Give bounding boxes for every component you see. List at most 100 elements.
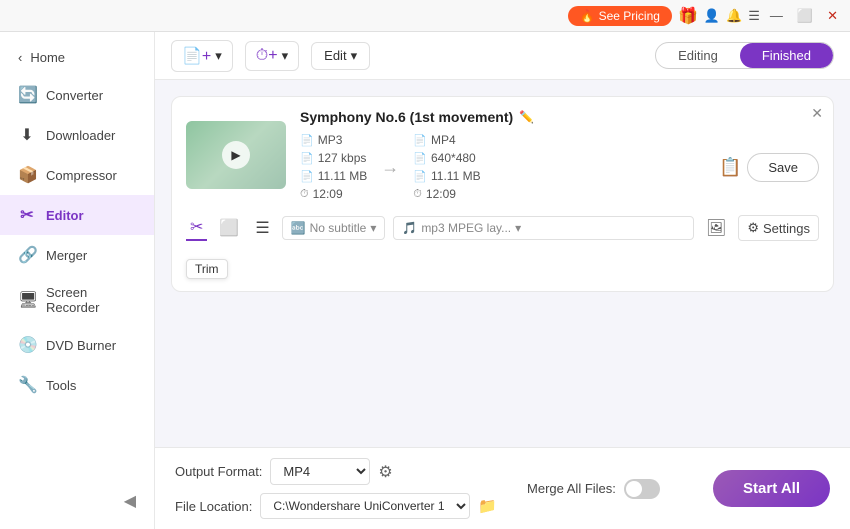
add-format-icon: ⏱+	[256, 47, 278, 65]
merger-icon: 🔗	[18, 245, 36, 265]
back-icon: ‹	[18, 50, 22, 65]
card-title-row: Symphony No.6 (1st movement) ✏️	[300, 109, 819, 125]
sidebar-editor-label: Editor	[46, 208, 84, 223]
audio-chevron: ▾	[515, 221, 521, 235]
user-icon[interactable]: 👤	[704, 8, 720, 24]
source-duration-label: 12:09	[313, 187, 343, 201]
sidebar-item-editor[interactable]: ✂ Editor	[0, 195, 154, 235]
card-title-text: Symphony No.6 (1st movement)	[300, 109, 513, 125]
source-format-item: 📄 MP3	[300, 133, 367, 147]
converter-icon: 🔄	[18, 85, 36, 105]
collapse-sidebar-button[interactable]: ◀	[0, 481, 154, 521]
dest-duration-icon: ⏱	[413, 188, 422, 201]
play-button[interactable]: ▶	[222, 141, 250, 169]
save-button[interactable]: Save	[747, 153, 819, 182]
dest-size-item: 📄 11.11 MB	[413, 169, 480, 183]
settings-icon: ⚙	[747, 220, 759, 236]
source-format-label: MP3	[318, 133, 343, 147]
sidebar-converter-label: Converter	[46, 88, 103, 103]
dest-format-label: MP4	[431, 133, 456, 147]
tab-group: Editing Finished	[655, 42, 834, 69]
subtitle-selector[interactable]: 🔤 No subtitle ▾	[282, 216, 386, 240]
settings-label: Settings	[763, 221, 810, 236]
sidebar-item-converter[interactable]: 🔄 Converter	[0, 75, 154, 115]
maximize-button[interactable]: ⬜	[793, 8, 817, 24]
settings-button[interactable]: ⚙ Settings	[738, 215, 819, 241]
sidebar-merger-label: Merger	[46, 248, 87, 263]
output-format-field: Output Format: MP4 MP3 AVI MOV MKV ⚙	[175, 458, 497, 485]
add-format-chevron: ▾	[282, 48, 289, 64]
source-file-icon: 📄	[300, 134, 314, 147]
sidebar-item-home[interactable]: ‹ Home	[0, 40, 154, 75]
source-bitrate-label: 127 kbps	[318, 151, 367, 165]
format-row: 📄 MP3 📄 127 kbps 📄 11.11 MB	[300, 133, 819, 201]
source-duration-item: ⏱ 12:09	[300, 187, 367, 201]
file-path-select[interactable]: C:\Wondershare UniConverter 1	[260, 493, 470, 519]
bell-icon[interactable]: 🔔	[726, 8, 742, 24]
tab-editing[interactable]: Editing	[656, 43, 740, 68]
close-button[interactable]: ✕	[823, 8, 842, 24]
subtitle-chevron: ▾	[370, 221, 376, 235]
content-area: 📄+ ▾ ⏱+ ▾ Edit ▾ Editing Finished ✕	[155, 32, 850, 529]
dest-resolution-item: 📄 640*480	[413, 151, 480, 165]
sidebar: ‹ Home 🔄 Converter ⬇ Downloader 📦 Compre…	[0, 32, 155, 529]
source-size-label: 11.11 MB	[318, 169, 368, 183]
title-edit-icon[interactable]: ✏️	[519, 110, 534, 124]
convert-info-button[interactable]: 📋	[719, 157, 741, 178]
start-all-button[interactable]: Start All	[713, 470, 830, 507]
sidebar-home-label: Home	[30, 50, 65, 65]
gift-icon[interactable]: 🎁	[678, 6, 698, 26]
convert-arrow: →	[373, 157, 407, 178]
merge-files-toggle[interactable]	[624, 479, 660, 499]
output-format-select[interactable]: MP4 MP3 AVI MOV MKV	[270, 458, 370, 485]
card-close-button[interactable]: ✕	[811, 105, 823, 122]
audio-selector[interactable]: 🎵 mp3 MPEG lay... ▾	[393, 216, 694, 240]
output-format-label: Output Format:	[175, 464, 262, 479]
file-location-row: File Location: C:\Wondershare UniConvert…	[175, 493, 497, 519]
trim-tool-button[interactable]: ✂	[186, 215, 207, 241]
sidebar-tools-label: Tools	[46, 378, 76, 393]
add-file-button[interactable]: 📄+ ▾	[171, 40, 233, 72]
folder-icon[interactable]: 📁	[478, 497, 497, 515]
sidebar-item-merger[interactable]: 🔗 Merger	[0, 235, 154, 275]
source-bitrate-icon: 📄	[300, 152, 314, 165]
menu-icon[interactable]: ☰	[748, 8, 760, 24]
sidebar-item-downloader[interactable]: ⬇ Downloader	[0, 115, 154, 155]
see-pricing-button[interactable]: 🔥 See Pricing	[568, 6, 672, 26]
sidebar-item-compressor[interactable]: 📦 Compressor	[0, 155, 154, 195]
sidebar-item-tools[interactable]: 🔧 Tools	[0, 365, 154, 405]
dest-size-label: 11.11 MB	[431, 169, 481, 183]
media-card: ✕ ▶ Symphony No.6 (1st movement) ✏️	[171, 96, 834, 292]
sidebar-item-screen-recorder[interactable]: 🖥 Screen Recorder	[0, 275, 154, 325]
minimize-button[interactable]: —	[766, 8, 787, 23]
crop-tool-button[interactable]: ⬜	[215, 216, 243, 240]
video-thumbnail: ▶	[186, 121, 286, 189]
downloader-icon: ⬇	[18, 125, 36, 145]
add-format-button[interactable]: ⏱+ ▾	[245, 41, 299, 71]
compressor-icon: 📦	[18, 165, 36, 185]
edit-dropdown-label: Edit	[324, 48, 346, 63]
dest-duration-item: ⏱ 12:09	[413, 187, 480, 201]
dest-format-item: 📄 MP4	[413, 133, 480, 147]
format-settings-icon[interactable]: ⚙	[378, 462, 392, 482]
edit-tools-row: ✂ ⬜ ☰ 🔤 No subtitle ▾ 🎵 mp3 MPEG lay... …	[186, 211, 819, 245]
dest-size-icon: 📄	[413, 170, 427, 183]
effects-tool-button[interactable]: ☰	[251, 216, 273, 240]
source-size-icon: 📄	[300, 170, 314, 183]
merge-files-field: Merge All Files:	[527, 479, 660, 499]
audio-label: mp3 MPEG lay...	[421, 221, 511, 235]
audio-icon: 🎵	[402, 221, 417, 235]
trim-tooltip: Trim	[186, 255, 819, 279]
tools-icon: 🔧	[18, 375, 36, 395]
source-format: 📄 MP3 📄 127 kbps 📄 11.11 MB	[300, 133, 367, 201]
dest-duration-label: 12:09	[426, 187, 456, 201]
collapse-icon: ◀	[124, 491, 136, 511]
fire-icon: 🔥	[580, 9, 595, 23]
edit-dropdown[interactable]: Edit ▾	[311, 42, 370, 70]
watermark-button[interactable]: 🖼	[702, 216, 730, 240]
title-bar: 🔥 See Pricing 🎁 👤 🔔 ☰ — ⬜ ✕	[0, 0, 850, 32]
convert-icon: 📋	[719, 157, 741, 178]
main-layout: ‹ Home 🔄 Converter ⬇ Downloader 📦 Compre…	[0, 32, 850, 529]
sidebar-item-dvd-burner[interactable]: 💿 DVD Burner	[0, 325, 154, 365]
tab-finished[interactable]: Finished	[740, 43, 833, 68]
